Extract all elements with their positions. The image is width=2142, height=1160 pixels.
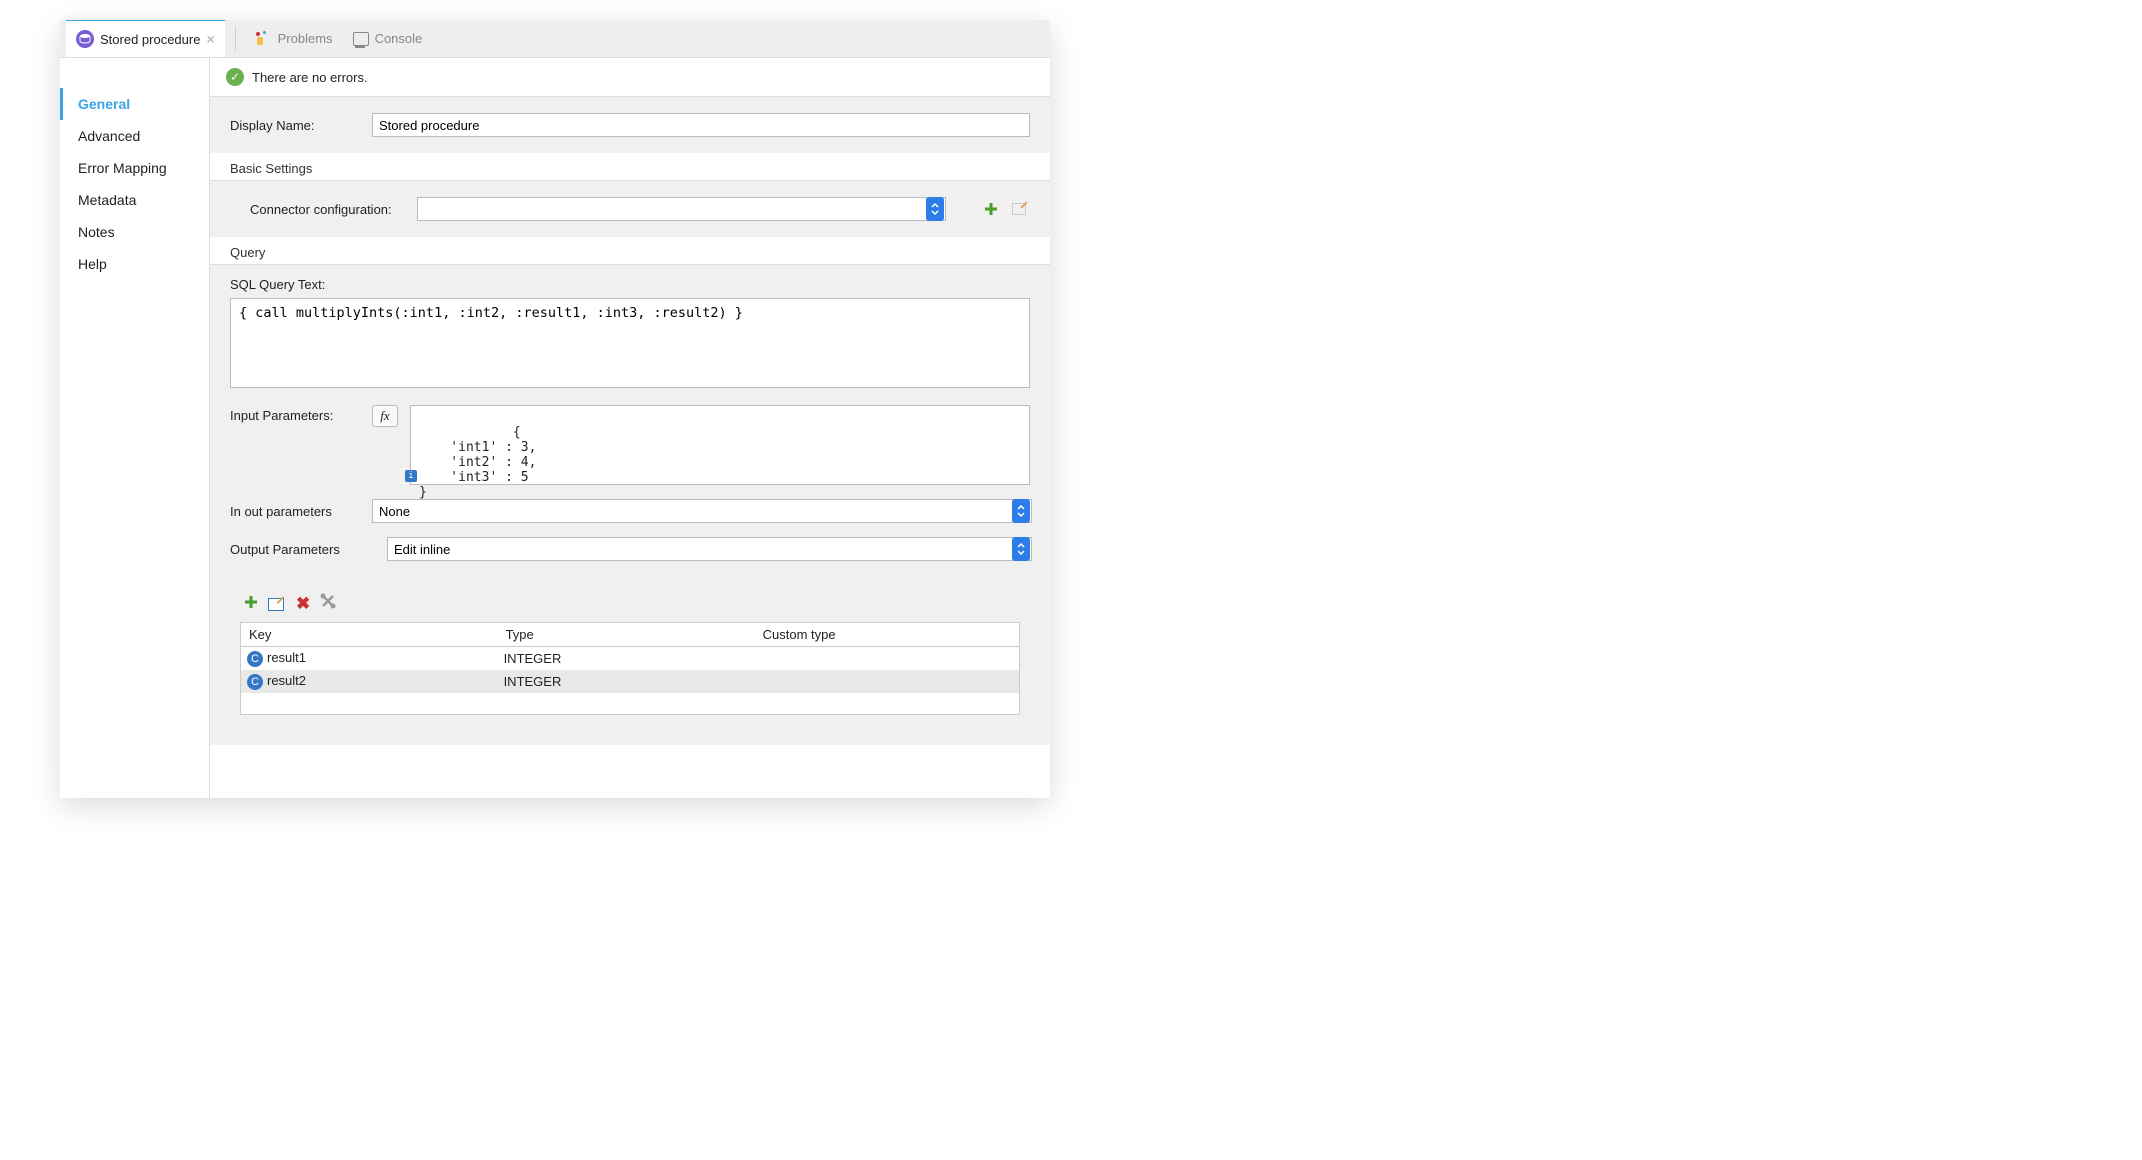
display-name-label: Display Name: [230,118,360,133]
table-header-custom: Custom type [755,623,1020,647]
check-icon: ✓ [226,68,244,86]
app-window: Stored procedure × Problems Console Gene… [60,20,1050,798]
tab-console[interactable]: Console [343,20,433,58]
console-icon [353,32,369,46]
table-add-button[interactable] [244,593,258,614]
connector-config-select[interactable] [417,197,946,221]
output-params-select[interactable] [387,537,1032,561]
table-header-type: Type [498,623,755,647]
output-params-label: Output Parameters [230,542,375,557]
chevron-updown-icon[interactable] [926,197,944,221]
table-header-key: Key [241,623,498,647]
status-bar: ✓ There are no errors. [210,58,1050,96]
tab-problems[interactable]: Problems [246,20,343,58]
display-name-section: Display Name: [210,96,1050,153]
display-name-input[interactable] [372,113,1030,137]
input-params-label: Input Parameters: [230,405,360,423]
database-icon [76,30,94,48]
status-message: There are no errors. [252,70,368,85]
close-icon[interactable]: × [206,31,214,47]
table-edit-button[interactable] [268,595,286,613]
sidebar: General Advanced Error Mapping Metadata … [60,58,210,798]
basic-settings-title: Basic Settings [210,153,1050,180]
in-out-params-select[interactable] [372,499,1032,523]
key-icon: C [247,674,263,690]
input-params-textarea[interactable]: { 'int1' : 3, 'int2' : 4, 'int3' : 5 } i [410,405,1030,485]
query-title: Query [210,237,1050,264]
output-params-table: Key Type Custom type Cresult1 INTEGER [240,622,1020,715]
tab-bar: Stored procedure × Problems Console [60,20,1050,58]
sidebar-item-advanced[interactable]: Advanced [60,120,209,152]
fx-button[interactable]: fx [372,405,398,427]
sql-query-textarea[interactable]: { call multiplyInts(:int1, :int2, :resul… [230,298,1030,388]
tab-label: Console [375,31,423,46]
tab-label: Stored procedure [100,32,200,47]
table-toolbar: ✖ [240,585,1020,622]
key-icon: C [247,651,263,667]
problems-icon [256,31,272,47]
basic-settings-section: Connector configuration: [210,180,1050,237]
tab-stored-procedure[interactable]: Stored procedure × [66,20,225,57]
chevron-updown-icon[interactable] [1012,537,1030,561]
table-delete-button[interactable]: ✖ [296,594,310,614]
sidebar-item-general[interactable]: General [60,88,209,120]
table-row[interactable]: Cresult2 INTEGER [241,670,1020,693]
query-section: SQL Query Text: { call multiplyInts(:int… [210,264,1050,745]
sidebar-item-error-mapping[interactable]: Error Mapping [60,152,209,184]
tab-label: Problems [278,31,333,46]
edit-configuration-button[interactable] [1012,200,1030,218]
info-icon: i [405,470,417,482]
chevron-updown-icon[interactable] [1012,499,1030,523]
sidebar-item-metadata[interactable]: Metadata [60,184,209,216]
sql-query-label: SQL Query Text: [230,277,1030,292]
output-params-table-block: ✖ Key Type Custom type [230,575,1030,725]
sidebar-item-notes[interactable]: Notes [60,216,209,248]
sidebar-item-help[interactable]: Help [60,248,209,280]
table-row[interactable]: Cresult1 INTEGER [241,647,1020,671]
tab-separator [235,27,236,51]
table-tools-button[interactable] [320,593,336,614]
in-out-params-label: In out parameters [230,504,360,519]
table-row-empty [241,693,1020,715]
connector-config-label: Connector configuration: [250,202,405,217]
main-panel: ✓ There are no errors. Display Name: Bas… [210,58,1050,798]
add-configuration-button[interactable] [982,200,1000,218]
body: General Advanced Error Mapping Metadata … [60,58,1050,798]
